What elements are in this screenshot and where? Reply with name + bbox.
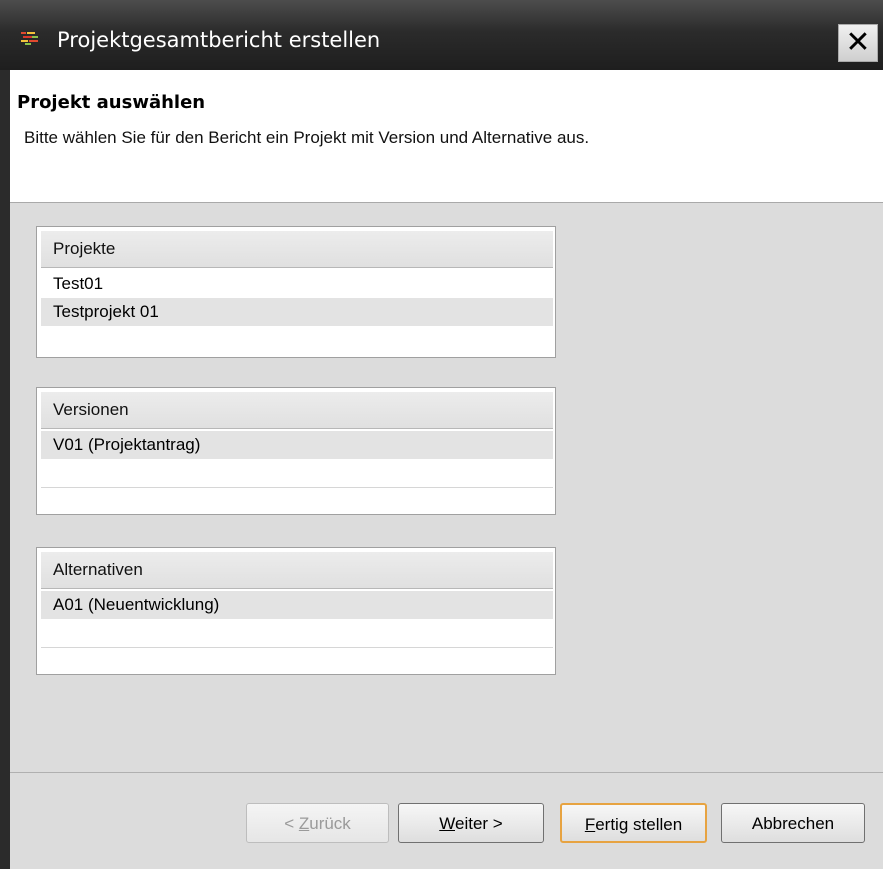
page-description: Bitte wählen Sie für den Bericht ein Pro… — [24, 128, 590, 147]
window-title: Projektgesamtbericht erstellen — [57, 28, 381, 52]
close-button[interactable]: ✕ — [838, 24, 878, 62]
alternatives-list[interactable]: Alternativen A01 (Neuentwicklung) — [36, 547, 556, 675]
cancel-button[interactable]: Abbrechen — [721, 803, 865, 843]
versions-header-label: Versionen — [53, 400, 129, 419]
empty-list-row — [41, 459, 553, 488]
projects-list[interactable]: Projekte Test01 Testprojekt 01 — [36, 226, 556, 358]
cancel-button-label: Abbrechen — [751, 814, 835, 833]
footer-divider — [10, 772, 883, 773]
versions-list[interactable]: Versionen V01 (Projektantrag) — [36, 387, 556, 515]
next-button-label: Weiter > — [439, 814, 503, 833]
empty-list-row — [41, 619, 553, 648]
alternatives-column-header[interactable]: Alternativen — [41, 552, 553, 589]
close-icon: ✕ — [845, 25, 871, 60]
list-item-label: V01 (Projektantrag) — [53, 435, 201, 454]
finish-button-label: Fertig stellen — [584, 815, 683, 834]
alternatives-header-label: Alternativen — [53, 560, 143, 579]
projects-column-header[interactable]: Projekte — [41, 231, 553, 268]
list-item[interactable]: A01 (Neuentwicklung) — [41, 591, 553, 619]
versions-column-header[interactable]: Versionen — [41, 392, 553, 429]
header-divider — [10, 202, 883, 203]
list-item[interactable]: Testprojekt 01 — [41, 298, 553, 326]
title-bar[interactable]: Projektgesamtbericht erstellen ✕ — [0, 0, 883, 70]
list-item-label: Test01 — [53, 274, 104, 293]
back-button-label: < Zurück — [284, 814, 351, 833]
window-frame — [0, 70, 10, 869]
next-button[interactable]: Weiter > — [398, 803, 544, 843]
report-app-icon — [21, 32, 38, 45]
projects-header-label: Projekte — [53, 239, 116, 258]
finish-button[interactable]: Fertig stellen — [560, 803, 707, 843]
wizard-dialog: Projektgesamtbericht erstellen ✕ Projekt… — [0, 0, 883, 869]
list-item[interactable]: Test01 — [41, 270, 553, 298]
list-item-label: Testprojekt 01 — [53, 302, 159, 321]
list-item[interactable]: V01 (Projektantrag) — [41, 431, 553, 459]
list-item-label: A01 (Neuentwicklung) — [53, 595, 220, 614]
back-button[interactable]: < Zurück — [246, 803, 389, 843]
page-title: Projekt auswählen — [17, 92, 206, 113]
